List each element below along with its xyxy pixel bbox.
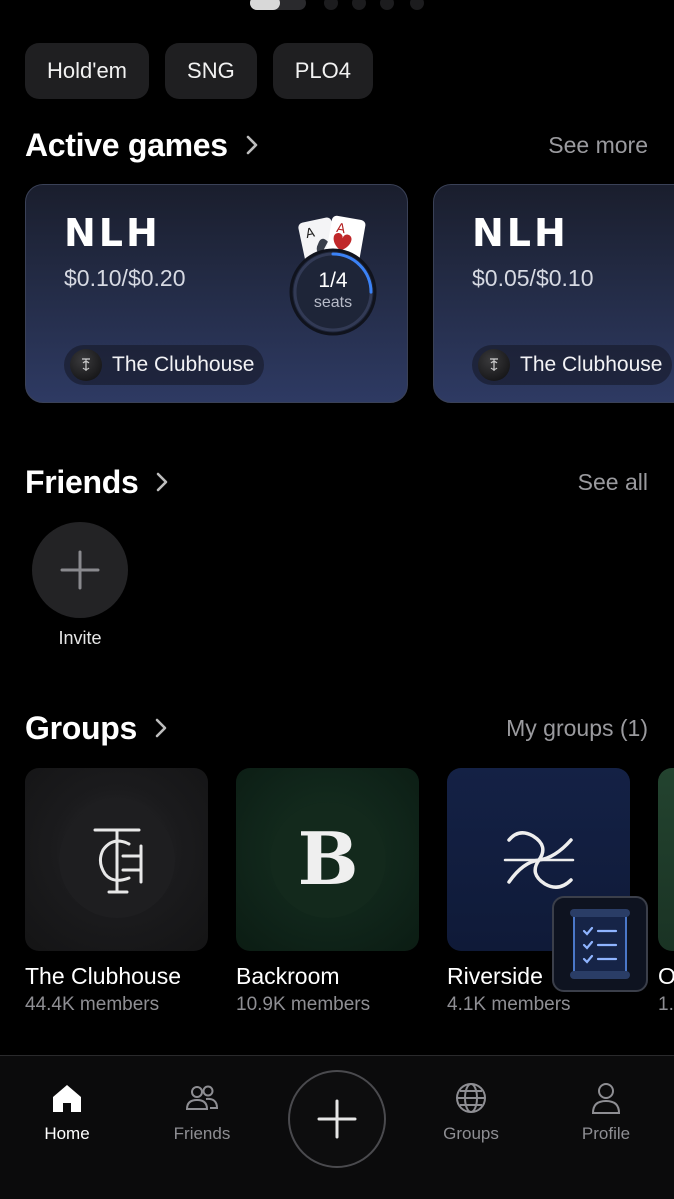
see-more-link[interactable]: See more xyxy=(548,132,648,159)
seats-count: 1/4 xyxy=(318,269,348,292)
club-badge[interactable]: The Clubhouse xyxy=(472,345,673,385)
see-all-link[interactable]: See all xyxy=(578,469,648,496)
globe-icon xyxy=(456,1083,486,1113)
seats-label: seats xyxy=(313,294,353,311)
task-list-widget[interactable] xyxy=(552,896,648,992)
filter-chip-plo4[interactable]: PLO4 xyxy=(272,43,373,99)
group-name: The Clubhouse xyxy=(25,963,181,989)
game-stakes: $0.05/$0.10 xyxy=(472,265,594,291)
tab-groups-label: Groups xyxy=(443,1124,499,1143)
bottom-tab-bar: Home Friends Groups Profile xyxy=(0,1055,674,1199)
svg-text:B: B xyxy=(297,816,358,901)
club-name: The Clubhouse xyxy=(112,353,255,376)
game-card[interactable]: NLH $0.05/$0.10 The Clubhouse xyxy=(433,184,674,403)
active-games-carousel[interactable]: NLH $0.10/$0.20 A A 1/4 seats The Clubho… xyxy=(25,184,674,404)
tab-profile-label: Profile xyxy=(581,1124,631,1143)
groups-title: Groups xyxy=(25,709,137,746)
tab-friends-label: Friends xyxy=(173,1124,231,1143)
clubhouse-monogram-icon xyxy=(58,801,175,918)
group-members: 44.4K members xyxy=(25,994,160,1015)
seats-indicator: 1/4 seats xyxy=(288,269,378,313)
my-groups-link[interactable]: My groups (1) xyxy=(506,715,648,742)
home-icon xyxy=(53,1085,81,1112)
active-games-title-link[interactable]: Active games xyxy=(25,127,260,164)
groups-title-link[interactable]: Groups xyxy=(25,710,169,747)
page-dot[interactable] xyxy=(380,0,394,10)
group-members: 1. xyxy=(658,994,674,1015)
group-logo-tile xyxy=(658,768,674,951)
groups-header: Groups My groups (1) xyxy=(25,708,648,748)
page-dot[interactable] xyxy=(410,0,424,10)
plus-icon xyxy=(317,1099,357,1139)
club-name: The Clubhouse xyxy=(520,353,663,376)
page-dot[interactable] xyxy=(352,0,366,10)
chevron-right-icon xyxy=(246,135,258,155)
group-members: 4.1K members xyxy=(447,994,571,1015)
game-card[interactable]: NLH $0.10/$0.20 A A 1/4 seats The Clubho… xyxy=(25,184,408,403)
group-card[interactable]: B Backroom 10.9K members xyxy=(236,768,419,1016)
friends-icon xyxy=(185,1085,219,1110)
friends-header: Friends See all xyxy=(25,462,648,502)
group-members: 10.9K members xyxy=(236,994,371,1015)
filter-chip-sng[interactable]: SNG xyxy=(165,43,257,99)
chevron-right-icon xyxy=(155,718,167,738)
group-card[interactable]: O 1. xyxy=(658,768,674,1016)
tab-groups[interactable]: Groups xyxy=(421,1080,521,1144)
filter-chip-holdem[interactable]: Hold'em xyxy=(25,43,150,99)
checklist-scroll-icon xyxy=(570,909,630,979)
game-type: NLH xyxy=(64,211,161,255)
club-logo-icon xyxy=(478,349,510,381)
friends-title: Friends xyxy=(25,463,139,500)
friends-title-link[interactable]: Friends xyxy=(25,464,170,501)
chevron-right-icon xyxy=(157,472,168,492)
tab-home-label: Home xyxy=(44,1124,90,1143)
page-dot[interactable] xyxy=(324,0,338,10)
invite-friend-button[interactable]: Invite xyxy=(32,522,128,649)
club-badge[interactable]: The Clubhouse xyxy=(64,345,265,385)
tab-home[interactable]: Home xyxy=(17,1080,117,1144)
group-logo-tile xyxy=(25,768,208,951)
active-games-header: Active games See more xyxy=(25,125,648,165)
tab-profile[interactable]: Profile xyxy=(556,1080,656,1144)
backroom-monogram-icon: B xyxy=(269,801,386,918)
invite-label: Invite xyxy=(58,628,102,648)
game-type: NLH xyxy=(472,211,569,255)
profile-icon xyxy=(591,1083,621,1114)
group-name: Backroom xyxy=(236,963,340,989)
plus-icon xyxy=(60,550,100,590)
invite-circle[interactable] xyxy=(32,522,128,618)
create-button[interactable] xyxy=(288,1070,386,1168)
group-card[interactable]: The Clubhouse 44.4K members xyxy=(25,768,208,1016)
group-logo-tile: B xyxy=(236,768,419,951)
tab-friends[interactable]: Friends xyxy=(152,1080,252,1144)
group-name: O xyxy=(658,963,674,989)
game-filter-chips: Hold'em SNG PLO4 xyxy=(25,43,373,99)
club-logo-icon xyxy=(70,349,102,381)
game-stakes: $0.10/$0.20 xyxy=(64,265,186,291)
page-indicator xyxy=(0,0,674,12)
page-dot-active[interactable] xyxy=(250,0,306,10)
active-games-title: Active games xyxy=(25,126,228,163)
